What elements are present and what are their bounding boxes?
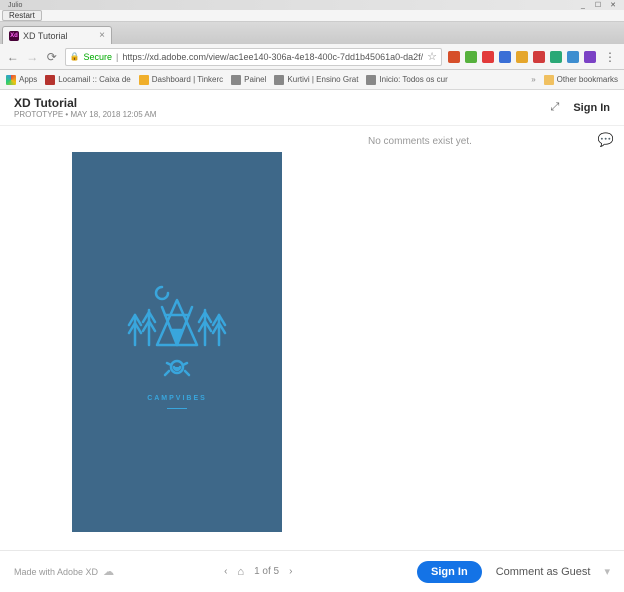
reload-button[interactable]: ⟳ <box>45 50 59 64</box>
prev-button[interactable]: ‹ <box>224 566 227 577</box>
bookmark-favicon-icon <box>366 75 376 85</box>
extension-icon-8[interactable] <box>584 51 596 63</box>
artboard: CAMPVIBES <box>72 152 282 532</box>
main-area: CAMPVIBES 💬 No comments exist yet. <box>0 126 624 550</box>
minimize-button[interactable]: _ <box>576 1 590 9</box>
extension-icon-7[interactable] <box>567 51 579 63</box>
bookmark-item[interactable]: Dashboard | Tinkerc <box>139 75 223 85</box>
extension-icon-1[interactable] <box>465 51 477 63</box>
fullscreen-icon[interactable]: ⤢ <box>551 101 560 114</box>
page-title: XD Tutorial <box>14 96 156 110</box>
home-icon[interactable]: ⌂ <box>237 566 244 578</box>
bookmark-item[interactable]: Inicio: Todos os cur <box>366 75 447 85</box>
bookmark-item[interactable]: Painel <box>231 75 266 85</box>
browser-menu-icon[interactable]: ⋮ <box>602 50 618 64</box>
back-button[interactable]: ← <box>6 50 20 64</box>
signin-link[interactable]: Sign In <box>573 102 610 114</box>
canvas-area[interactable]: CAMPVIBES <box>0 126 354 550</box>
other-bookmarks[interactable]: Other bookmarks <box>544 75 618 85</box>
tab-close-icon[interactable]: × <box>99 30 105 41</box>
extension-icon-5[interactable] <box>533 51 545 63</box>
extension-icon-0[interactable] <box>448 51 460 63</box>
restart-button[interactable]: Restart <box>2 10 42 21</box>
brand-label: CAMPVIBES <box>147 395 207 402</box>
bookmark-favicon-icon <box>231 75 241 85</box>
bookmarks-overflow-icon[interactable]: » <box>531 75 535 84</box>
bookmark-favicon-icon <box>45 75 55 85</box>
comment-as-guest-link[interactable]: Comment as Guest <box>496 566 591 578</box>
tab-favicon-icon: Xd <box>9 31 19 41</box>
bookmark-item[interactable]: Kurtivi | Ensino Grat <box>274 75 358 85</box>
folder-icon <box>544 75 554 85</box>
url-text: https://xd.adobe.com/view/ac1ee140-306a-… <box>122 52 423 62</box>
extension-icon-6[interactable] <box>550 51 562 63</box>
extension-icon-4[interactable] <box>516 51 528 63</box>
restart-bar: Restart <box>0 10 624 22</box>
cloud-icon: ☁ <box>103 565 114 578</box>
extension-icon-2[interactable] <box>482 51 494 63</box>
forward-button[interactable]: → <box>26 50 40 64</box>
bookmark-star-icon[interactable]: ☆ <box>427 50 437 63</box>
extension-icons <box>448 51 596 63</box>
os-user: Julio <box>4 2 22 9</box>
next-button[interactable]: › <box>289 566 292 577</box>
maximize-button[interactable]: ☐ <box>591 1 605 9</box>
browser-tabs: Xd XD Tutorial × <box>0 22 624 44</box>
filter-icon[interactable]: ▾ <box>604 565 610 578</box>
brand-underline <box>167 408 187 409</box>
comments-panel: 💬 No comments exist yet. <box>354 126 624 550</box>
comments-empty-text: No comments exist yet. <box>368 136 610 147</box>
url-input[interactable]: 🔒 Secure | https://xd.adobe.com/view/ac1… <box>65 48 442 66</box>
page-indicator: 1 of 5 <box>254 566 279 577</box>
bookmark-item[interactable]: Locamail :: Caixa de <box>45 75 130 85</box>
signin-button[interactable]: Sign In <box>417 561 482 583</box>
comments-icon[interactable]: 💬 <box>598 132 614 148</box>
browser-tab[interactable]: Xd XD Tutorial × <box>2 26 112 44</box>
bookmark-favicon-icon <box>274 75 284 85</box>
app-header: XD Tutorial PROTOTYPE • May 18, 2018 12:… <box>0 90 624 126</box>
apps-button[interactable]: Apps <box>6 75 37 85</box>
lock-icon: 🔒 <box>70 52 80 61</box>
secure-label: Secure <box>84 52 113 62</box>
pager: ‹ ⌂ 1 of 5 › <box>224 566 292 578</box>
made-with[interactable]: Made with Adobe XD ☁ <box>14 565 114 578</box>
campvibes-logo-icon <box>117 275 237 385</box>
tab-title: XD Tutorial <box>23 31 68 41</box>
bookmarks-bar: Apps Locamail :: Caixa de Dashboard | Tin… <box>0 70 624 90</box>
close-window-button[interactable]: ✕ <box>606 1 620 9</box>
bookmark-favicon-icon <box>139 75 149 85</box>
address-bar: ← → ⟳ 🔒 Secure | https://xd.adobe.com/vi… <box>0 44 624 70</box>
extension-icon-3[interactable] <box>499 51 511 63</box>
footer-bar: Made with Adobe XD ☁ ‹ ⌂ 1 of 5 › Sign I… <box>0 550 624 592</box>
apps-icon <box>6 75 16 85</box>
os-titlebar: Julio _ ☐ ✕ <box>0 0 624 10</box>
page-subtitle: PROTOTYPE • May 18, 2018 12:05 AM <box>14 110 156 119</box>
